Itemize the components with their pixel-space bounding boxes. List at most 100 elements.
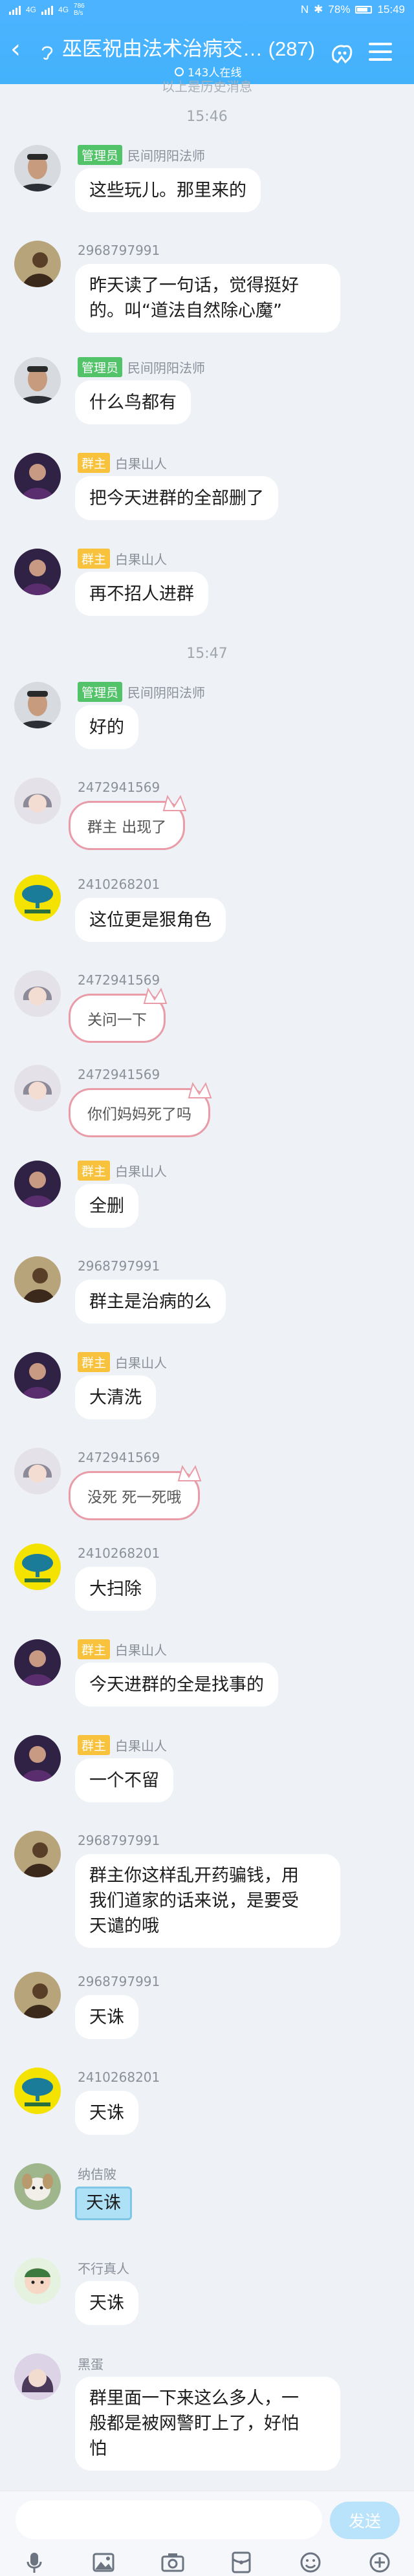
sender-name: 2472941569 xyxy=(78,780,160,795)
sender-name: 民间阴阳法师 xyxy=(127,360,206,376)
message-line: 般都是被网警盯上了，好怕 xyxy=(89,2414,299,2434)
message-bubble[interactable]: 天诛 xyxy=(75,2091,138,2135)
message-bubble[interactable]: 昨天读了一句话，觉得挺好 的。叫“道法自然除心魔” xyxy=(75,264,340,333)
message-bubble[interactable]: 一个不留 xyxy=(75,1758,173,1802)
signal-icon-2 xyxy=(41,5,54,15)
input-bar: 发送 xyxy=(0,2491,414,2576)
avatar[interactable] xyxy=(14,549,61,595)
net-speed: 786 B/s xyxy=(74,3,85,17)
sender-meta: 群主 白果山人 xyxy=(78,1639,168,1659)
cat-ears-icon xyxy=(178,1465,202,1481)
message-bubble[interactable]: 这位更是狠角色 xyxy=(75,898,226,942)
sender-meta: 群主 白果山人 xyxy=(78,1734,168,1755)
selected-message-bubble[interactable]: 天诛 xyxy=(75,2187,132,2220)
emoji-icon[interactable] xyxy=(299,2551,322,2574)
avatar[interactable] xyxy=(14,1065,61,1111)
back-icon[interactable]: ‹ xyxy=(10,36,31,62)
avatar[interactable] xyxy=(14,682,61,728)
role-badge: 群主 xyxy=(78,1734,111,1755)
message-input[interactable] xyxy=(16,2500,322,2539)
sender-meta: 2410268201 xyxy=(78,876,160,893)
sender-meta: 群主 白果山人 xyxy=(78,452,167,473)
sender-meta: 2410268201 xyxy=(78,2069,160,2086)
message-line: 怕 xyxy=(89,2439,107,2459)
sender-name: 白果山人 xyxy=(115,1355,168,1371)
sender-meta: 不行真人 xyxy=(78,2259,129,2276)
message-bubble[interactable]: 今天进群的全是找事的 xyxy=(75,1663,278,1707)
avatar[interactable] xyxy=(14,2353,61,2400)
message-bubble[interactable]: 群主是治病的么 xyxy=(75,1280,226,1324)
avatar[interactable] xyxy=(14,1831,61,1877)
message-line: 我们道家的话来说，是要受 xyxy=(89,1891,299,1911)
sticker-bubble[interactable]: 没死 死一死哦 xyxy=(69,1465,202,1520)
sender-name: 白果山人 xyxy=(115,1738,168,1754)
title-bar: ‹ 巫医祝由法术治病交… (287) 143人在线 xyxy=(0,19,414,84)
sticker-bubble[interactable]: 你们妈妈死了吗 xyxy=(69,1082,212,1137)
avatar[interactable] xyxy=(14,1972,61,2018)
avatar[interactable] xyxy=(14,1161,61,1207)
sender-meta: 2968797991 xyxy=(78,1832,160,1849)
avatar[interactable] xyxy=(14,145,61,191)
message-bubble[interactable]: 把今天进群的全部删了 xyxy=(75,476,278,520)
status-bar: 4G 4G 786 B/s N ✱ 78% 15:49 xyxy=(0,0,414,19)
group-assistant-icon[interactable] xyxy=(329,40,354,66)
group-title[interactable]: 巫医祝由法术治病交… (287) xyxy=(62,32,315,61)
message-bubble[interactable]: 群里面一下来这么多人，一 般都是被网警盯上了，好怕 怕 xyxy=(75,2377,340,2471)
cat-ears-icon xyxy=(188,1082,212,1098)
image-icon[interactable] xyxy=(92,2551,115,2574)
message-bubble[interactable]: 群主你这样乱开药骗钱，用 我们道家的话来说，是要受 天谴的哦 xyxy=(75,1854,340,1948)
ear-icon xyxy=(40,44,57,61)
message-bubble[interactable]: 全删 xyxy=(75,1184,138,1228)
message-bubble[interactable]: 天诛 xyxy=(75,2281,138,2325)
avatar[interactable] xyxy=(14,2258,61,2304)
avatar[interactable] xyxy=(14,2068,61,2114)
avatar[interactable] xyxy=(14,1448,61,1494)
avatar[interactable] xyxy=(14,1544,61,1590)
message-bubble[interactable]: 再不招人进群 xyxy=(75,572,208,616)
avatar[interactable] xyxy=(14,1639,61,1686)
voice-icon[interactable] xyxy=(23,2551,46,2574)
role-badge: 群主 xyxy=(78,548,111,569)
avatar[interactable] xyxy=(14,970,61,1017)
sender-name: 纳佶陂 xyxy=(78,2166,116,2182)
sender-name: 2410268201 xyxy=(78,877,160,892)
sticker-text: 关问一下 xyxy=(87,1012,147,1029)
sender-name: 白果山人 xyxy=(115,1642,168,1658)
role-badge: 群主 xyxy=(78,1160,111,1181)
sender-name: 2410268201 xyxy=(78,1545,160,1561)
sender-meta: 2472941569 xyxy=(78,1066,160,1083)
sticker-bubble[interactable]: 群主 出现了 xyxy=(69,794,187,850)
carrier-a: 4G xyxy=(26,5,37,14)
menu-icon[interactable] xyxy=(369,43,392,62)
message-bubble[interactable]: 这些玩儿。那里来的 xyxy=(75,168,261,212)
message-bubble[interactable]: 大清洗 xyxy=(75,1375,156,1419)
role-badge: 管理员 xyxy=(78,681,123,702)
avatar[interactable] xyxy=(14,778,61,824)
avatar[interactable] xyxy=(14,357,61,404)
avatar[interactable] xyxy=(14,1352,61,1399)
red-packet-icon[interactable] xyxy=(230,2551,253,2574)
message-bubble[interactable]: 好的 xyxy=(75,705,138,749)
message-bubble[interactable]: 天诛 xyxy=(75,1995,138,2039)
avatar[interactable] xyxy=(14,1256,61,1303)
avatar[interactable] xyxy=(14,453,61,499)
avatar[interactable] xyxy=(14,1735,61,1782)
message-line: 群里面一下来这么多人，一 xyxy=(89,2388,299,2408)
avatar[interactable] xyxy=(14,875,61,921)
history-hint: 以上是历史消息 xyxy=(162,79,252,94)
message-bubble[interactable]: 什么鸟都有 xyxy=(75,380,191,424)
sender-name: 2410268201 xyxy=(78,2069,160,2085)
message-bubble[interactable]: 大扫除 xyxy=(75,1567,156,1611)
sender-name: 黑蛋 xyxy=(78,2356,104,2372)
plus-icon[interactable] xyxy=(368,2551,391,2574)
avatar[interactable] xyxy=(14,2163,61,2210)
clock: 15:49 xyxy=(377,3,405,16)
camera-icon[interactable] xyxy=(161,2551,184,2574)
sticker-bubble[interactable]: 关问一下 xyxy=(69,987,168,1043)
carrier-b: 4G xyxy=(58,5,69,14)
sender-name: 白果山人 xyxy=(115,1163,168,1179)
send-button[interactable]: 发送 xyxy=(330,2502,400,2539)
sender-meta: 2410268201 xyxy=(78,1545,160,1562)
avatar[interactable] xyxy=(14,241,61,287)
message-line: 的。叫“道法自然除心魔” xyxy=(89,301,282,321)
